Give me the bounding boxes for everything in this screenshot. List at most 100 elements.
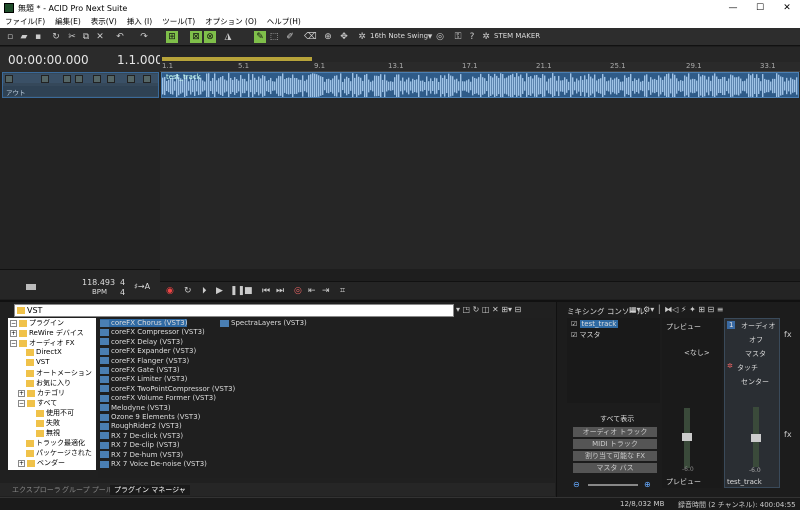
- zoom-in-icon[interactable]: ⊕: [644, 480, 651, 489]
- plugin-file-item[interactable]: SpectraLayers (VST3): [220, 319, 307, 327]
- loop-icon[interactable]: ↻: [184, 286, 192, 296]
- solo-icon[interactable]: [75, 75, 83, 83]
- stem-maker-button[interactable]: STEM MAKER: [494, 32, 540, 40]
- snap-icon[interactable]: ⊞: [166, 31, 178, 43]
- record-icon[interactable]: ◉: [166, 286, 174, 296]
- explorer-path-field[interactable]: VST: [14, 304, 454, 317]
- fx-icon[interactable]: ◎: [434, 31, 446, 43]
- refresh-icon[interactable]: ↻: [50, 31, 62, 43]
- plugin-file-item[interactable]: coreFX Flanger (VST3): [100, 357, 189, 365]
- open-folder-icon[interactable]: ▰: [18, 31, 30, 43]
- link-icon[interactable]: ⊗: [204, 31, 216, 43]
- plugin-file-item[interactable]: coreFX Limiter (VST3): [100, 375, 187, 383]
- zoom-out-icon[interactable]: ⊖: [573, 480, 580, 489]
- delete-icon[interactable]: ✕: [94, 31, 106, 43]
- time-ruler[interactable]: 1.1 5.1 9.1 13.1 17.1 21.1 25.1 29.1 33.…: [160, 62, 800, 72]
- swing-icon[interactable]: ✲: [356, 31, 368, 43]
- mute-icon[interactable]: [63, 75, 71, 83]
- explorer-toolbar-icons[interactable]: ▾ ◳ ↻ ◫ ✕ ⊞▾ ⊟: [456, 305, 521, 314]
- plugin-file-item[interactable]: coreFX Delay (VST3): [100, 338, 183, 346]
- midi-track-button[interactable]: MIDI トラック: [573, 439, 657, 449]
- stop-icon[interactable]: ■: [244, 286, 253, 296]
- prev-marker-icon[interactable]: ⇤: [308, 286, 316, 296]
- swing-select[interactable]: 16th Note Swing: [370, 32, 428, 40]
- plugin-file-item[interactable]: coreFX Expander (VST3): [100, 347, 196, 355]
- assignable-fx-button[interactable]: 割り当て可能な FX: [573, 451, 657, 461]
- plugin-file-item[interactable]: coreFX Volume Former (VST3): [100, 394, 216, 402]
- metronome-icon[interactable]: ◮: [222, 31, 234, 43]
- track-insert-off[interactable]: オフ: [749, 335, 763, 345]
- mixer-zoom-slider[interactable]: [588, 484, 638, 486]
- plugin-file-item[interactable]: RX 7 Voice De-noise (VST3): [100, 460, 207, 468]
- zoom-slider[interactable]: [26, 284, 36, 290]
- undo-icon[interactable]: ↶: [114, 31, 126, 43]
- play-from-start-icon[interactable]: ⏵: [202, 286, 207, 296]
- bpm-value[interactable]: 118.493: [82, 278, 115, 287]
- grid-icon[interactable]: ⊠: [190, 31, 202, 43]
- metronome-record-icon[interactable]: ◎: [294, 286, 302, 296]
- stem-maker-icon[interactable]: ✲: [480, 31, 492, 43]
- menu-tools[interactable]: ツール(T): [157, 16, 200, 28]
- redo-icon[interactable]: ↷: [138, 31, 150, 43]
- zoom-icon[interactable]: ⊕: [322, 31, 334, 43]
- loop-region[interactable]: [162, 57, 312, 61]
- copy-icon[interactable]: ⧉: [80, 31, 92, 43]
- maximize-button[interactable]: ☐: [747, 0, 773, 16]
- draw-tool-icon[interactable]: ✎: [254, 31, 266, 43]
- go-to-start-icon[interactable]: ⏮: [262, 286, 270, 296]
- plugin-file-item[interactable]: RX 7 De-clip (VST3): [100, 441, 180, 449]
- tab-explorer[interactable]: エクスプローラ: [12, 485, 61, 495]
- automation-mode[interactable]: タッチ: [737, 363, 758, 373]
- preview-input[interactable]: <なし>: [684, 348, 710, 358]
- select-tool-icon[interactable]: ⬚: [268, 31, 280, 43]
- audio-track-button[interactable]: オーディオ トラック: [573, 427, 657, 437]
- pan-value[interactable]: センター: [741, 377, 769, 387]
- tab-plugin-manager[interactable]: プラグイン マネージャ: [110, 485, 190, 495]
- play-icon[interactable]: ▶: [216, 286, 223, 296]
- arm-record-icon[interactable]: [41, 75, 49, 83]
- move-icon[interactable]: ✥: [338, 31, 350, 43]
- fx-chain-icon[interactable]: fx: [784, 330, 792, 339]
- plugin-file-item[interactable]: coreFX Compressor (VST3): [100, 328, 205, 336]
- lock-icon[interactable]: ⚿: [452, 31, 464, 43]
- go-to-end-icon[interactable]: ⏭: [276, 286, 284, 296]
- fx-chain-icon[interactable]: fx: [784, 430, 792, 439]
- audio-clip[interactable]: [161, 72, 799, 98]
- plugin-tree[interactable]: − プラグイン + ReWire デバイス − オーディオ FX DirectX VS…: [8, 318, 96, 470]
- track-color-icon[interactable]: [5, 75, 13, 83]
- punch-icon[interactable]: ⌗: [340, 286, 345, 296]
- plugin-file-item[interactable]: Melodyne (VST3): [100, 404, 171, 412]
- menu-options[interactable]: オプション (O): [200, 16, 262, 28]
- key-icon[interactable]: ♯→A: [134, 282, 150, 291]
- preview-fader[interactable]: [682, 433, 692, 441]
- automation-icon[interactable]: [107, 75, 115, 83]
- fx-icon[interactable]: [93, 75, 101, 83]
- track-header-test-track[interactable]: アウト: [2, 72, 159, 98]
- menu-file[interactable]: ファイル(F): [0, 16, 50, 28]
- minimize-button[interactable]: —: [720, 0, 746, 16]
- options-icon[interactable]: [143, 75, 151, 83]
- plugin-file-item[interactable]: coreFX Chorus (VST3): [100, 319, 188, 327]
- eraser-icon[interactable]: ⌫: [304, 31, 317, 43]
- menu-edit[interactable]: 編集(E): [50, 16, 86, 28]
- plugin-file-item[interactable]: RX 7 De-click (VST3): [100, 432, 183, 440]
- menu-help[interactable]: ヘルプ(H): [262, 16, 306, 28]
- close-button[interactable]: ✕: [774, 0, 800, 16]
- plugin-file-item[interactable]: coreFX TwoPointCompressor (VST3): [100, 385, 235, 393]
- plugin-file-item[interactable]: RX 7 De-hum (VST3): [100, 451, 183, 459]
- menu-insert[interactable]: 挿入 (I): [122, 16, 157, 28]
- mixer-item-master[interactable]: ☑ マスタ: [571, 330, 601, 340]
- pause-icon[interactable]: ❚❚: [230, 286, 245, 296]
- plugin-file-item[interactable]: RoughRider2 (VST3): [100, 422, 182, 430]
- plugin-file-item[interactable]: Ozone 9 Elements (VST3): [100, 413, 200, 421]
- new-file-icon[interactable]: ▫: [4, 31, 16, 43]
- tab-group-pool[interactable]: グループ プール: [62, 485, 113, 495]
- time-sig-top[interactable]: 4: [120, 278, 125, 287]
- volume-icon[interactable]: [127, 75, 135, 83]
- track-fader[interactable]: [751, 434, 761, 442]
- save-icon[interactable]: ▪: [32, 31, 44, 43]
- track-output[interactable]: マスタ: [745, 349, 766, 359]
- menu-view[interactable]: 表示(V): [86, 16, 122, 28]
- pencil-icon[interactable]: ✐: [284, 31, 296, 43]
- next-marker-icon[interactable]: ⇥: [322, 286, 330, 296]
